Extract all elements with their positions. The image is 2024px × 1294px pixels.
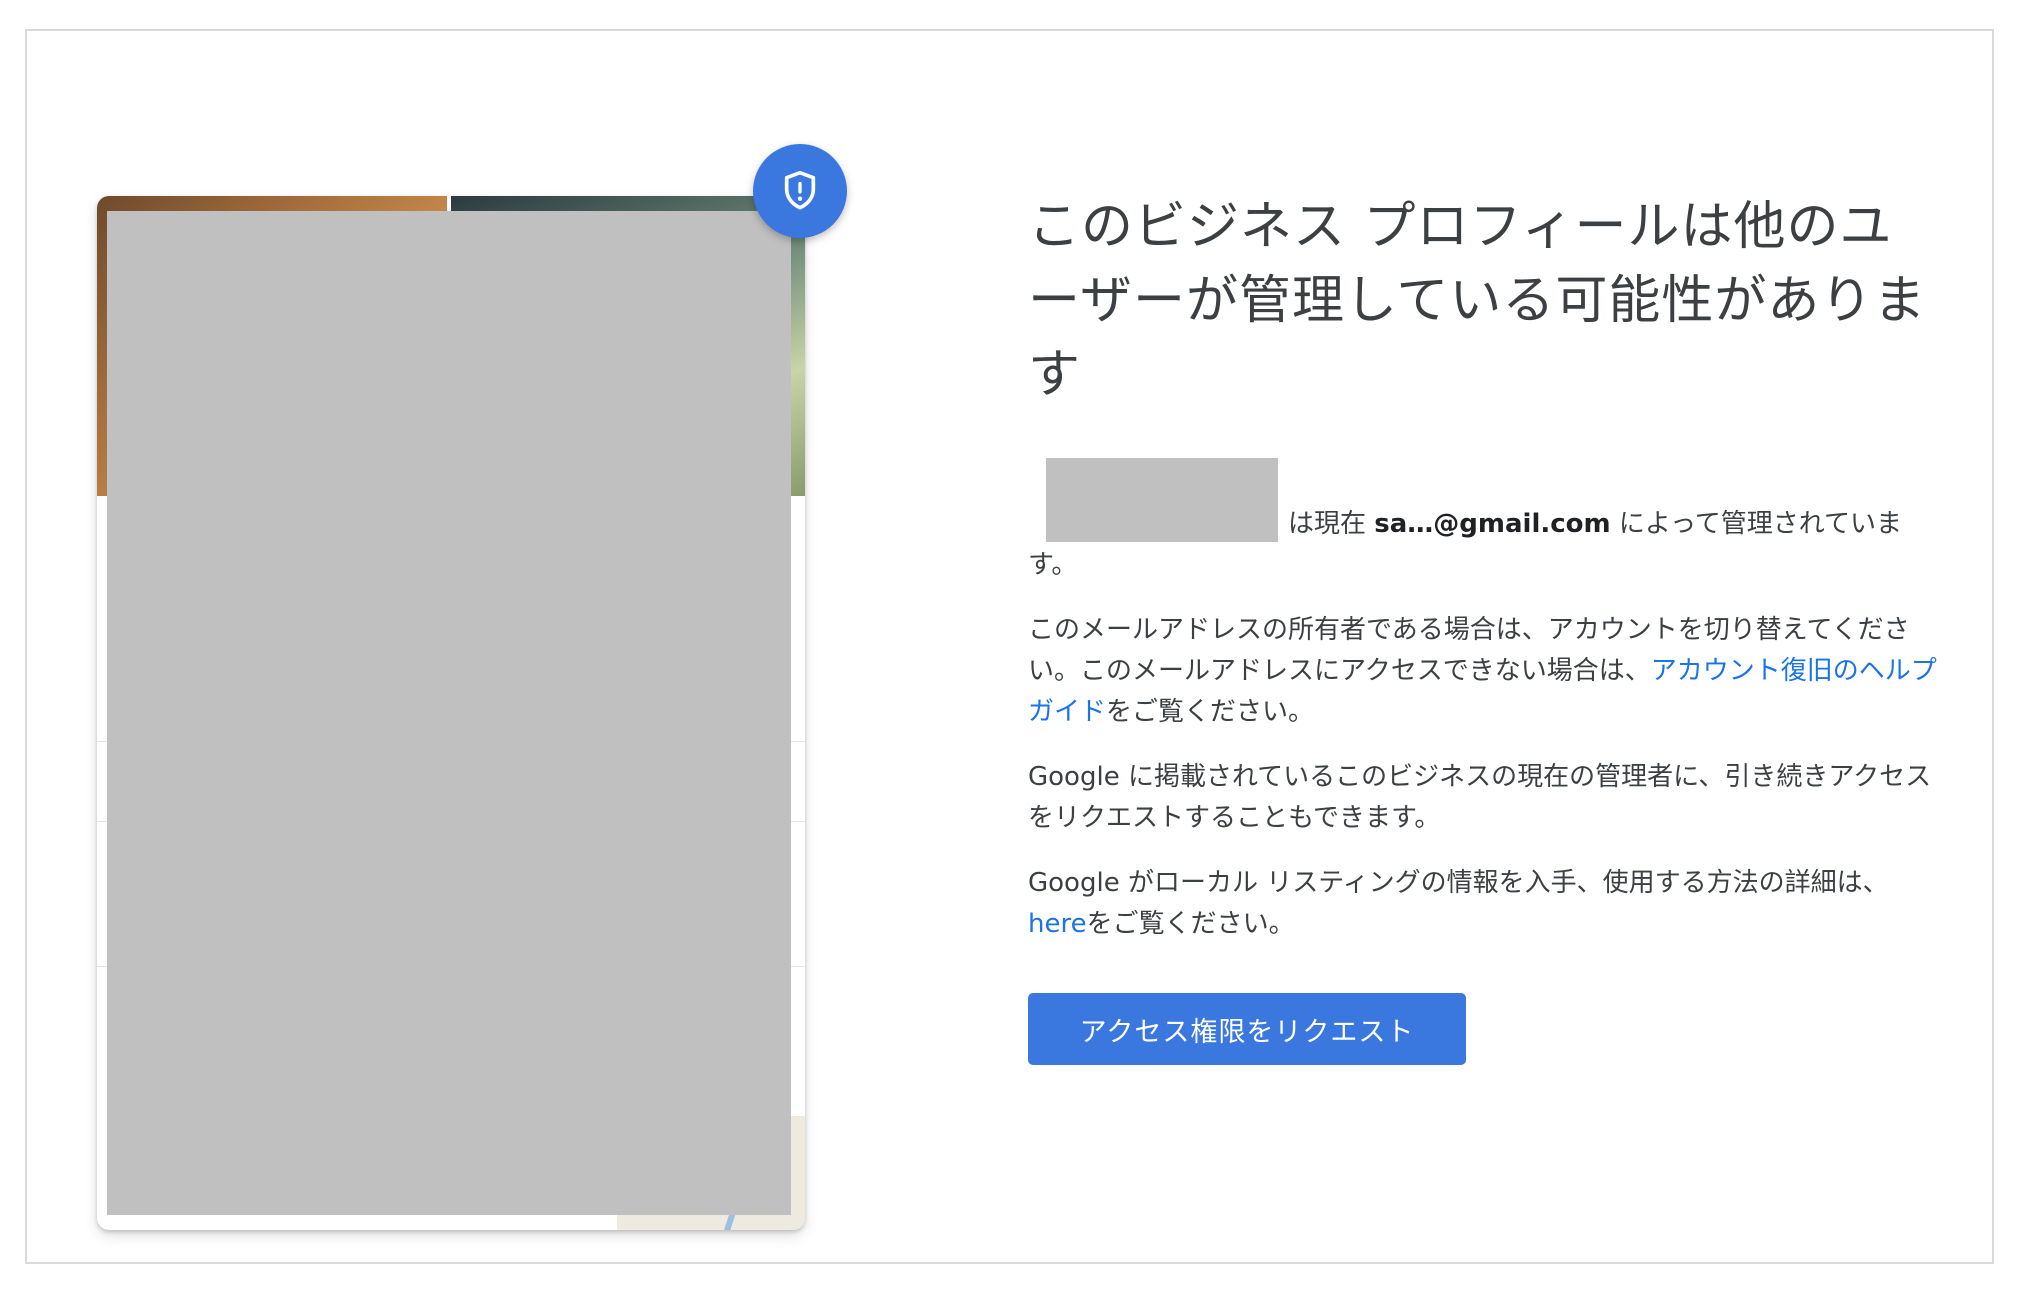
shield-exclamation-icon	[784, 170, 816, 210]
request-access-paragraph: Google に掲載されているこのビジネスの現在の管理者に、引き続きアクセスをリ…	[1028, 762, 1932, 833]
redacted-area	[107, 211, 791, 1215]
request-access-button[interactable]: アクセス権限をリクエスト	[1028, 993, 1466, 1065]
switch-account-paragraph: このメールアドレスの所有者である場合は、アカウントを切り替えてください。このメー…	[1028, 615, 1937, 727]
local-listing-info-paragraph: Google がローカル リスティングの情報を入手、使用する方法の詳細は、her…	[1028, 868, 1889, 939]
ownership-message: このビジネス プロフィールは他のユーザーが管理している可能性があります は現在 …	[1028, 190, 1938, 945]
page-title: このビジネス プロフィールは他のユーザーが管理している可能性があります	[1028, 197, 1927, 405]
owner-email: sa…@gmail.com	[1374, 509, 1611, 539]
current-owner-text: は現在 sa…@gmail.com によって管理されています。	[1028, 458, 1938, 586]
shield-badge	[753, 144, 847, 238]
redacted-business-name	[1046, 458, 1278, 542]
local-listing-help-link[interactable]: here	[1028, 909, 1087, 939]
